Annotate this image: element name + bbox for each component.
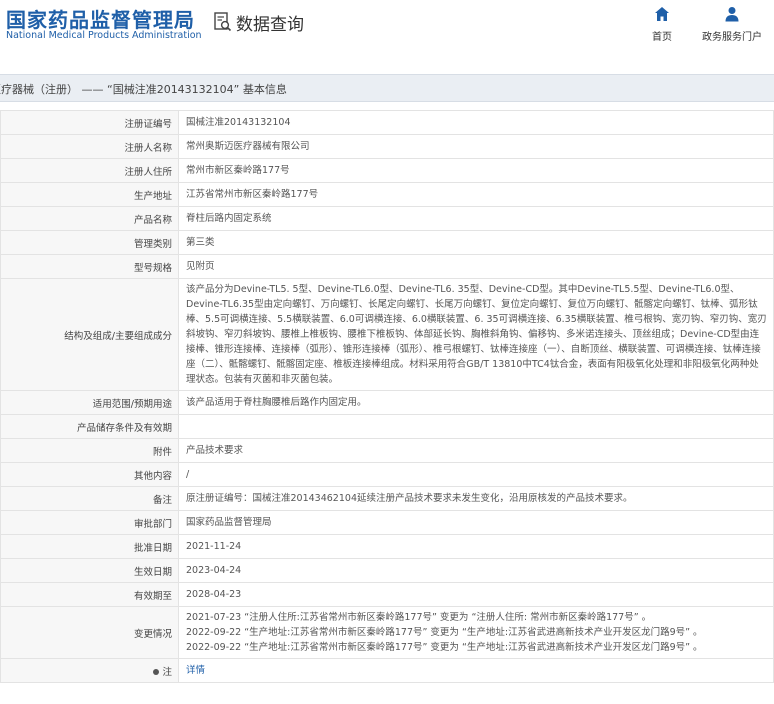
field-label: 产品储存条件及有效期 xyxy=(0,414,179,439)
table-row: 产品储存条件及有效期 xyxy=(0,414,774,439)
table-row: 其他内容 / xyxy=(0,462,774,487)
field-value: / xyxy=(178,462,774,487)
nav-service-label: 政务服务门户 xyxy=(702,32,762,43)
field-value: 2023-04-24 xyxy=(178,558,774,583)
field-value: 常州市新区秦岭路177号 xyxy=(178,158,774,183)
detail-table: 注册证编号 国械注准20143132104 注册人名称 常州奥斯迈医疗器械有限公司 … xyxy=(0,110,774,683)
field-label: 生产地址 xyxy=(0,182,179,207)
field-label: 产品名称 xyxy=(0,206,179,231)
field-value: 常州奥斯迈医疗器械有限公司 xyxy=(178,134,774,159)
field-value: 2028-04-23 xyxy=(178,582,774,607)
details-link[interactable]: 详情 xyxy=(186,665,205,676)
table-row: 注册人名称 常州奥斯迈医疗器械有限公司 xyxy=(0,134,774,159)
table-row: 型号规格 见附页 xyxy=(0,254,774,279)
change-history: 2021-07-23 “注册人住所:江苏省常州市新区秦岭路177号” 变更为 “… xyxy=(178,606,774,659)
field-label: 其他内容 xyxy=(0,462,179,487)
site-header: 国家药品监督管理局 National Medical Products Admi… xyxy=(0,0,774,58)
table-row: 适用范围/预期用途 该产品适用于脊柱胸腰椎后路作内固定用。 xyxy=(0,390,774,415)
field-value: 产品技术要求 xyxy=(178,438,774,463)
table-row: 结构及组成/主要组成成分 该产品分为Devine-TL5. 5型、Devine-T… xyxy=(0,278,774,391)
field-label: 管理类别 xyxy=(0,230,179,255)
field-value: 脊柱后路内固定系统 xyxy=(178,206,774,231)
note-label-cell: 注 xyxy=(0,658,179,683)
field-value: 原注册证编号：国械注准20143462104延续注册产品技术要求未发生变化，沿用… xyxy=(178,486,774,511)
home-icon xyxy=(655,7,669,21)
field-label: 变更情况 xyxy=(0,606,179,659)
page-title: 医疗器械（注册） —— “国械注准20143132104” 基本信息 xyxy=(0,83,287,96)
field-value: 第三类 xyxy=(178,230,774,255)
site-logo-title[interactable]: 国家药品监督管理局 xyxy=(6,4,195,33)
table-row: 注册证编号 国械注准20143132104 xyxy=(0,110,774,135)
nav-home[interactable]: 首页 xyxy=(648,4,676,43)
field-label: 生效日期 xyxy=(0,558,179,583)
field-value: 2021-11-24 xyxy=(178,534,774,559)
field-label: 备注 xyxy=(0,486,179,511)
field-label: 批准日期 xyxy=(0,534,179,559)
note-value-cell: 详情 xyxy=(178,658,774,683)
search-document-icon xyxy=(214,12,232,32)
table-row: 管理类别 第三类 xyxy=(0,230,774,255)
field-value: 江苏省常州市新区秦岭路177号 xyxy=(178,182,774,207)
field-label: 审批部门 xyxy=(0,510,179,535)
data-query-heading: 数据查询 xyxy=(214,10,304,35)
field-label: 注册人名称 xyxy=(0,134,179,159)
field-value: 国械注准20143132104 xyxy=(178,110,774,135)
field-label: 适用范围/预期用途 xyxy=(0,390,179,415)
table-row: 审批部门 国家药品监督管理局 xyxy=(0,510,774,535)
table-row: 备注 原注册证编号：国械注准20143462104延续注册产品技术要求未发生变化，… xyxy=(0,486,774,511)
field-label: 有效期至 xyxy=(0,582,179,607)
nav-home-label: 首页 xyxy=(652,32,672,43)
field-label: 型号规格 xyxy=(0,254,179,279)
table-row-note: 注 详情 xyxy=(0,658,774,683)
table-row: 产品名称 脊柱后路内固定系统 xyxy=(0,206,774,231)
detail-title-bar: 医疗器械（注册） —— “国械注准20143132104” 基本信息 xyxy=(0,74,774,102)
field-label: 结构及组成/主要组成成分 xyxy=(0,278,179,391)
bullet-icon xyxy=(153,669,160,675)
table-row: 有效期至 2028-04-23 xyxy=(0,582,774,607)
field-label: 注册证编号 xyxy=(0,110,179,135)
table-row: 生效日期 2023-04-24 xyxy=(0,558,774,583)
field-value: 该产品适用于脊柱胸腰椎后路作内固定用。 xyxy=(178,390,774,415)
change-line: 2022-09-22 “生产地址:江苏省常州市新区秦岭路177号” 变更为 “生… xyxy=(186,627,703,638)
change-line: 2021-07-23 “注册人住所:江苏省常州市新区秦岭路177号” 变更为 “… xyxy=(186,612,652,623)
change-line: 2022-09-22 “生产地址:江苏省常州市新区秦岭路177号” 变更为 “生… xyxy=(186,642,703,653)
data-query-label: 数据查询 xyxy=(236,14,304,35)
field-value xyxy=(178,414,774,439)
table-row: 生产地址 江苏省常州市新区秦岭路177号 xyxy=(0,182,774,207)
table-row: 批准日期 2021-11-24 xyxy=(0,534,774,559)
table-row: 注册人住所 常州市新区秦岭路177号 xyxy=(0,158,774,183)
nav-service-portal[interactable]: 政务服务门户 xyxy=(700,4,764,43)
field-value: 国家药品监督管理局 xyxy=(178,510,774,535)
field-label: 附件 xyxy=(0,438,179,463)
field-value: 该产品分为Devine-TL5. 5型、Devine-TL6.0型、Devine… xyxy=(178,278,774,391)
site-logo-subtitle: National Medical Products Administration xyxy=(6,30,202,41)
note-label: 注 xyxy=(162,666,172,678)
user-icon xyxy=(725,7,739,22)
table-row-changes: 变更情况 2021-07-23 “注册人住所:江苏省常州市新区秦岭路177号” … xyxy=(0,606,774,659)
field-value: 见附页 xyxy=(178,254,774,279)
field-label: 注册人住所 xyxy=(0,158,179,183)
table-row: 附件 产品技术要求 xyxy=(0,438,774,463)
